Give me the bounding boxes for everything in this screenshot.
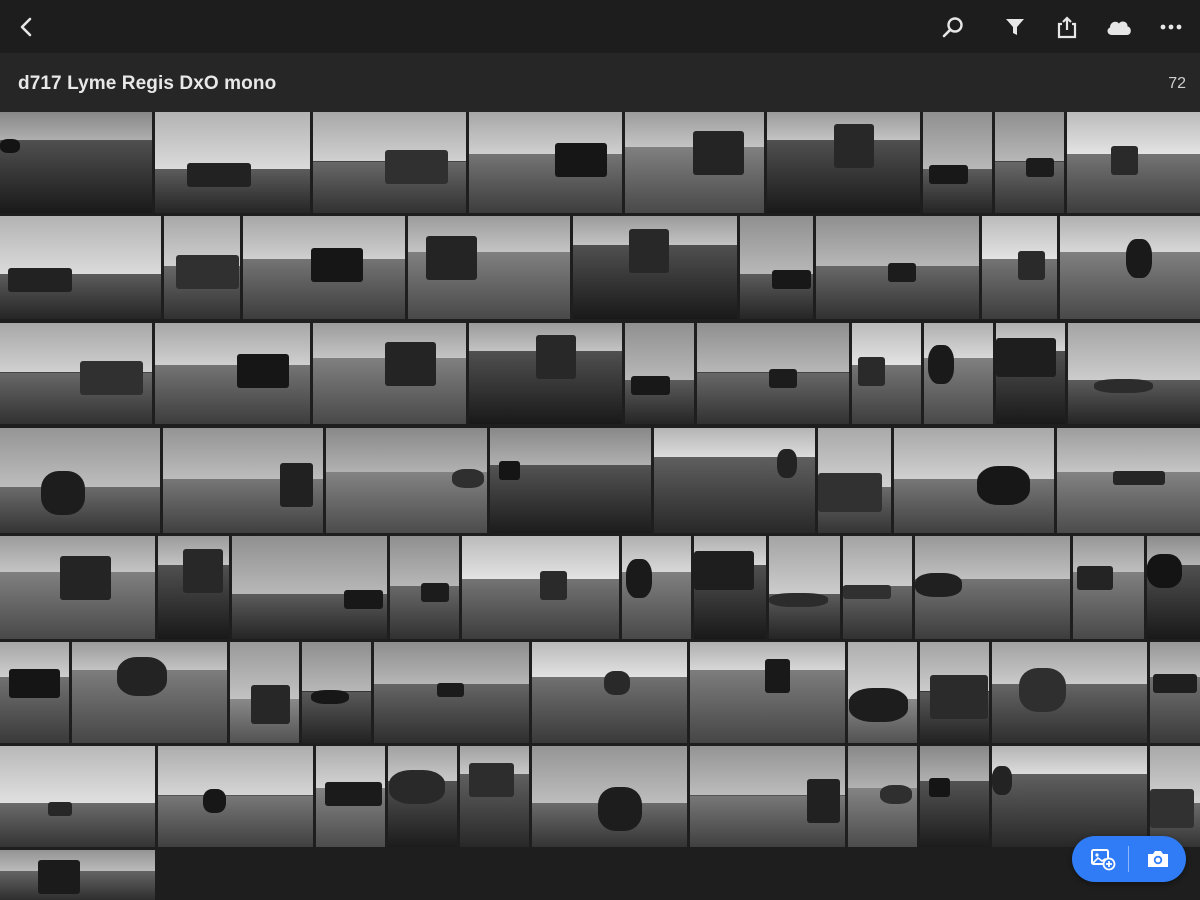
photo-thumbnail[interactable] [1060,216,1200,319]
add-photo-icon [1090,849,1115,871]
share-icon [1057,16,1077,39]
photo-thumbnail[interactable] [0,850,155,900]
photo-thumbnail[interactable] [848,746,917,847]
photo-thumbnail[interactable] [625,112,764,213]
photo-thumbnail[interactable] [0,746,155,847]
camera-button[interactable] [1129,836,1186,882]
photo-thumbnail[interactable] [390,536,459,639]
photo-grid [0,112,1200,900]
photo-thumbnail[interactable] [654,428,815,533]
photo-thumbnail[interactable] [992,642,1147,743]
photo-thumbnail[interactable] [1147,536,1200,639]
cloud-icon [1107,21,1131,35]
photo-thumbnail[interactable] [923,112,992,213]
photo-thumbnail[interactable] [694,536,766,639]
photo-thumbnail[interactable] [469,112,622,213]
photo-thumbnail[interactable] [0,428,160,533]
photo-thumbnail[interactable] [72,642,227,743]
photo-thumbnail[interactable] [622,536,691,639]
more-button[interactable] [1154,10,1188,44]
album-header: d717 Lyme Regis DxO mono 72 [0,53,1200,112]
photo-thumbnail[interactable] [816,216,979,319]
photo-thumbnail[interactable] [0,642,69,743]
photo-thumbnail[interactable] [690,746,845,847]
photo-thumbnail[interactable] [740,216,813,319]
photo-thumbnail[interactable] [1057,428,1200,533]
photo-thumbnail[interactable] [532,746,687,847]
photo-thumbnail[interactable] [818,428,891,533]
photo-thumbnail[interactable] [316,746,385,847]
photo-thumbnail[interactable] [992,746,1147,847]
photo-thumbnail[interactable] [920,642,989,743]
photo-thumbnail[interactable] [532,642,687,743]
photo-thumbnail[interactable] [243,216,405,319]
photo-thumbnail[interactable] [697,323,849,424]
add-actions [1072,836,1186,882]
photo-thumbnail[interactable] [1067,112,1200,213]
search-button[interactable] [936,10,970,44]
photo-thumbnail[interactable] [843,536,912,639]
filter-icon [1006,19,1024,35]
photo-thumbnail[interactable] [469,323,622,424]
photo-thumbnail[interactable] [158,746,313,847]
photo-thumbnail[interactable] [995,112,1064,213]
photo-thumbnail[interactable] [1150,642,1200,743]
photo-thumbnail[interactable] [690,642,845,743]
photo-thumbnail[interactable] [0,112,152,213]
filter-button[interactable] [998,10,1032,44]
photo-thumbnail[interactable] [408,216,570,319]
photo-thumbnail[interactable] [462,536,619,639]
photo-thumbnail[interactable] [374,642,529,743]
photo-thumbnail[interactable] [232,536,387,639]
camera-icon [1147,851,1168,867]
back-button[interactable] [10,12,42,42]
photo-thumbnail[interactable] [625,323,694,424]
photo-thumbnail[interactable] [0,536,155,639]
album-title: d717 Lyme Regis DxO mono [18,73,277,94]
photo-thumbnail[interactable] [313,323,466,424]
photo-thumbnail[interactable] [490,428,651,533]
photo-thumbnail[interactable] [164,216,240,319]
add-photo-button[interactable] [1074,836,1131,882]
photo-thumbnail[interactable] [230,642,299,743]
chevron-left-icon [20,17,32,37]
top-toolbar [0,0,1200,53]
photo-thumbnail[interactable] [388,746,457,847]
photo-thumbnail[interactable] [894,428,1054,533]
photo-thumbnail[interactable] [996,323,1065,424]
photo-thumbnail[interactable] [0,323,152,424]
photo-thumbnail[interactable] [920,746,989,847]
photo-thumbnail[interactable] [1150,746,1200,847]
photo-thumbnail[interactable] [1073,536,1144,639]
photo-thumbnail[interactable] [155,323,310,424]
photo-thumbnail[interactable] [848,642,917,743]
photo-thumbnail[interactable] [460,746,529,847]
photo-thumbnail[interactable] [769,536,840,639]
photo-thumbnail[interactable] [155,112,310,213]
share-button[interactable] [1050,10,1084,44]
photo-thumbnail[interactable] [915,536,1070,639]
photo-count: 72 [1168,75,1186,92]
photo-thumbnail[interactable] [158,536,229,639]
photo-thumbnail[interactable] [852,323,921,424]
more-icon [1160,24,1182,30]
photo-thumbnail[interactable] [767,112,920,213]
photo-thumbnail[interactable] [313,112,466,213]
photo-thumbnail[interactable] [163,428,323,533]
search-icon [942,17,963,38]
cloud-button[interactable] [1102,10,1136,44]
photo-thumbnail[interactable] [326,428,487,533]
photo-thumbnail[interactable] [982,216,1057,319]
photo-thumbnail[interactable] [924,323,993,424]
photo-thumbnail[interactable] [1068,323,1200,424]
photo-thumbnail[interactable] [573,216,737,319]
photo-thumbnail[interactable] [0,216,161,319]
photo-thumbnail[interactable] [302,642,371,743]
